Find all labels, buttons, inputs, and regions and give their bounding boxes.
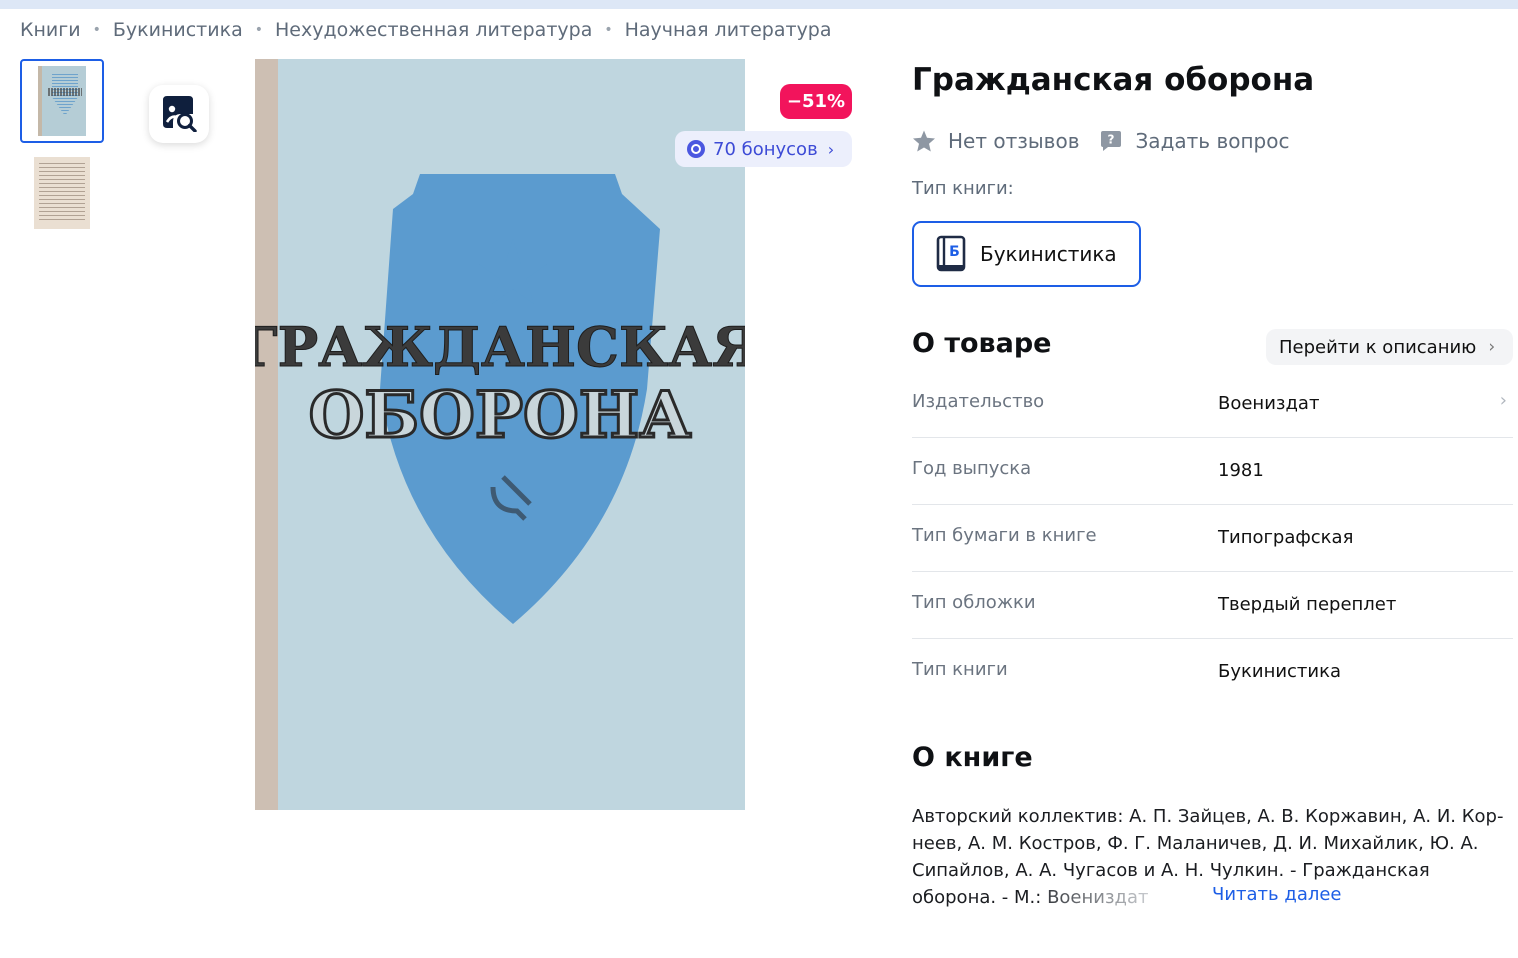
star-icon xyxy=(913,130,935,152)
spec-row-book-type: Тип книги Букинистика xyxy=(912,639,1513,706)
goto-description-button[interactable]: Перейти к описанию › xyxy=(1266,329,1513,365)
read-preview-icon xyxy=(163,96,197,132)
read-more-link[interactable]: Читать далее xyxy=(1212,884,1342,905)
chevron-right-icon: › xyxy=(1499,390,1507,411)
top-strip xyxy=(0,0,1518,9)
thumbnail-page[interactable] xyxy=(20,151,104,235)
svg-text:?: ? xyxy=(1108,133,1115,147)
spec-row-publisher[interactable]: Издательство Воениздат › xyxy=(912,371,1513,438)
description-line: неев, А. М. Костров, Ф. Г. Маланичев, Д.… xyxy=(912,833,1479,854)
spec-key: Тип бумаги в книге xyxy=(912,525,1097,546)
breadcrumb: Книги • Букинистика • Нехудожественная л… xyxy=(20,16,832,44)
svg-text:Б: Б xyxy=(949,244,960,260)
spec-key: Тип книги xyxy=(912,659,1008,680)
spec-row-paper: Тип бумаги в книге Типографская xyxy=(912,505,1513,572)
thumbnail-cover[interactable] xyxy=(20,59,104,143)
thumbnail-cover-image xyxy=(38,66,86,136)
breadcrumb-separator: • xyxy=(92,22,101,38)
spec-row-year: Год выпуска 1981 xyxy=(912,438,1513,505)
description-fade-text: Воениздат xyxy=(1047,887,1149,908)
spec-key: Тип обложки xyxy=(912,592,1036,613)
chevron-right-icon: › xyxy=(827,139,835,159)
ask-question-label: Задать вопрос xyxy=(1135,129,1290,153)
svg-text:ОБОРОНА: ОБОРОНА xyxy=(309,378,692,453)
breadcrumb-science[interactable]: Научная литература xyxy=(625,19,832,41)
reviews-link[interactable]: Нет отзывов xyxy=(912,129,1079,153)
bonus-icon xyxy=(687,140,705,158)
product-title: Гражданская оборона xyxy=(912,62,1315,98)
svg-text:ГРАЖДАНСКАЯ: ГРАЖДАНСКАЯ xyxy=(255,315,745,379)
gallery-thumbnails xyxy=(20,59,104,235)
goto-description-label: Перейти к описанию xyxy=(1279,336,1477,358)
book-description: Авторский коллектив: А. П. Зайцев, А. В.… xyxy=(912,803,1510,911)
product-meta: Нет отзывов ? Задать вопрос xyxy=(912,126,1289,156)
about-product-heading: О товаре xyxy=(912,328,1052,359)
spec-key: Год выпуска xyxy=(912,458,1032,479)
description-text: оборона. - М.: xyxy=(912,887,1048,908)
bonus-label: 70 бонусов xyxy=(713,138,818,160)
spec-row-cover: Тип обложки Твердый переплет xyxy=(912,572,1513,639)
thumbnail-page-image xyxy=(34,157,90,229)
book-cover-image[interactable]: ГРАЖДАНСКАЯ ОБОРОНА xyxy=(255,59,745,810)
spec-value: Букинистика xyxy=(1218,661,1342,682)
book-type-option[interactable]: Б Букинистика xyxy=(912,221,1141,287)
description-line: Сипайлов, А. А. Чугасов и А. Н. Чулкин. … xyxy=(912,860,1430,881)
about-book-heading: О книге xyxy=(912,742,1033,773)
spec-key: Издательство xyxy=(912,391,1045,412)
preview-button[interactable] xyxy=(149,85,209,143)
description-line: Авторский коллектив: А. П. Зайцев, А. В.… xyxy=(912,806,1504,827)
book-icon: Б xyxy=(936,235,966,272)
spec-value: Воениздат xyxy=(1218,393,1320,414)
chevron-right-icon: › xyxy=(1488,337,1496,357)
cover-artwork: ГРАЖДАНСКАЯ ОБОРОНА xyxy=(255,174,745,624)
spec-value: Типографская xyxy=(1218,527,1354,548)
ask-question-link[interactable]: ? Задать вопрос xyxy=(1099,129,1289,153)
breadcrumb-separator: • xyxy=(254,22,263,38)
spec-value: 1981 xyxy=(1218,460,1264,481)
breadcrumb-nonfiction[interactable]: Нехудожественная литература xyxy=(275,19,592,41)
question-icon: ? xyxy=(1101,131,1122,151)
discount-badge: −51% xyxy=(780,84,852,119)
description-line: оборона. - М.: Воениздат xyxy=(912,884,1510,911)
breadcrumb-separator: • xyxy=(604,22,613,38)
specs-table: Издательство Воениздат › Год выпуска 198… xyxy=(912,371,1513,706)
book-type-value: Букинистика xyxy=(980,242,1117,266)
spec-value: Твердый переплет xyxy=(1218,594,1397,615)
book-type-label: Тип книги: xyxy=(912,178,1014,199)
breadcrumb-antiquarian[interactable]: Букинистика xyxy=(113,19,243,41)
bonus-badge[interactable]: 70 бонусов › xyxy=(675,131,852,167)
breadcrumb-books[interactable]: Книги xyxy=(20,19,81,41)
reviews-label: Нет отзывов xyxy=(948,129,1080,153)
